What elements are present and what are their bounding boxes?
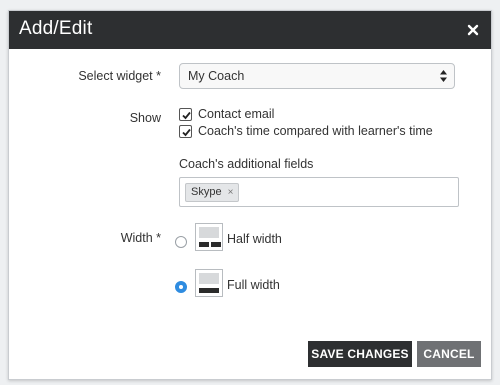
tag-remove-icon[interactable]: × (228, 184, 234, 201)
contact-email-checkbox[interactable] (179, 107, 192, 121)
tag-skype: Skype × (185, 183, 240, 202)
select-widget-dropdown[interactable]: My Coach (179, 63, 455, 89)
width-label: Width * (120, 231, 161, 245)
checkmark-icon (182, 128, 191, 136)
full-width-radio[interactable] (175, 281, 187, 293)
close-icon[interactable] (467, 24, 479, 36)
full-width-layout-icon (195, 269, 223, 297)
dialog-title: Add/Edit (19, 18, 93, 39)
half-width-radio[interactable] (175, 236, 187, 248)
coach-time-label: Coach's time compared with learner's tim… (198, 124, 433, 138)
show-option-contact-email[interactable]: Contact email (179, 107, 274, 121)
half-width-layout-icon (195, 223, 223, 251)
additional-fields-label: Coach's additional fields (179, 157, 314, 171)
show-label: Show (129, 111, 161, 125)
contact-email-label: Contact email (198, 107, 275, 121)
select-arrows-icon (440, 70, 447, 82)
dialog-titlebar: Add/Edit (9, 11, 491, 49)
half-width-label[interactable]: Half width (227, 232, 282, 246)
select-widget-label: Select widget * (78, 69, 161, 83)
additional-fields-input[interactable]: Skype × (179, 177, 459, 207)
select-widget-value: My Coach (188, 69, 245, 83)
save-changes-button[interactable]: SAVE CHANGES (308, 341, 412, 367)
cancel-button[interactable]: CANCEL (417, 341, 481, 367)
show-option-coach-time[interactable]: Coach's time compared with learner's tim… (179, 124, 433, 138)
tag-label: Skype (191, 186, 222, 198)
full-width-label[interactable]: Full width (227, 278, 280, 292)
coach-time-checkbox[interactable] (179, 124, 192, 138)
checkmark-icon (182, 111, 191, 119)
add-edit-dialog: Add/Edit Select widget * My Coach Show C… (8, 10, 492, 380)
